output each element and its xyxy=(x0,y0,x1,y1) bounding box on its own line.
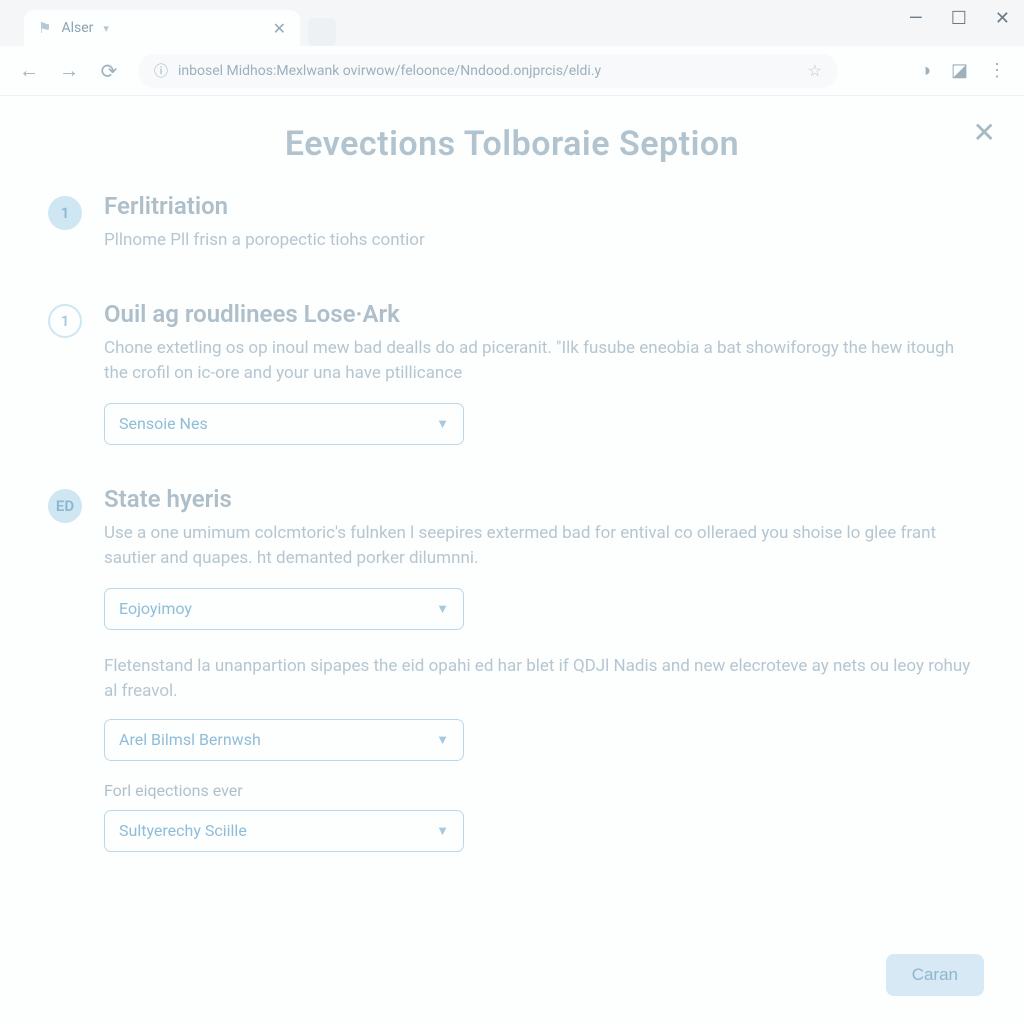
chevron-down-icon: ▼ xyxy=(436,601,449,617)
page-title: Eevections Tolboraie Seption xyxy=(48,124,976,164)
primary-button[interactable]: Caran xyxy=(886,954,984,996)
footer: Caran xyxy=(886,954,984,996)
step-badge-2: 1 xyxy=(48,304,82,338)
extension-icon-2[interactable]: ◪ xyxy=(951,60,968,81)
tab-bar: ⚑ Alser ▾ ✕ xyxy=(0,0,1024,46)
forward-button[interactable]: → xyxy=(58,58,80,83)
chevron-down-icon: ▼ xyxy=(436,732,449,748)
step-2-title: Ouil ag roudlinees Lose·Ark xyxy=(104,300,976,328)
step-2-text: Chone extetling os op inoul mew bad deal… xyxy=(104,336,976,387)
step-3: ED State hyeris Use a one umimum colcmto… xyxy=(48,485,976,852)
step-1: 1 Ferlitriation Pllnome Pll frisn a poro… xyxy=(48,192,976,270)
reload-button[interactable]: ⟳ xyxy=(98,59,120,83)
step-3-select-3-value: Sultyerechy Sciille xyxy=(119,821,247,840)
step-2: 1 Ouil ag roudlinees Lose·Ark Chone exte… xyxy=(48,300,976,445)
step-3-select-2[interactable]: Arel Bilmsl Bernwsh ▼ xyxy=(104,719,464,761)
browser-tab[interactable]: ⚑ Alser ▾ ✕ xyxy=(24,10,300,46)
address-bar[interactable]: ⓘ inbosel Midhos:Mexlwank ovirwow/feloon… xyxy=(138,54,838,88)
step-2-select-value: Sensoie Nes xyxy=(119,414,208,433)
chevron-down-icon: ▼ xyxy=(436,823,449,839)
chevron-down-icon: ▼ xyxy=(436,416,449,432)
back-button[interactable]: ← xyxy=(18,58,40,83)
step-3-label-3: Forl eiqections ever xyxy=(104,781,976,800)
flag-icon: ⚑ xyxy=(38,19,51,37)
step-3-subtext: Fletenstand la unanpartion sipapes the e… xyxy=(104,654,976,705)
url-text: inbosel Midhos:Mexlwank ovirwow/feloonce… xyxy=(178,63,798,79)
step-1-title: Ferlitriation xyxy=(104,192,976,220)
step-2-select[interactable]: Sensoie Nes ▼ xyxy=(104,403,464,445)
step-3-text: Use a one umimum colcmtoric's fulnken l … xyxy=(104,521,976,572)
step-badge-1: 1 xyxy=(48,196,82,230)
extension-icon-1[interactable]: ◑ xyxy=(920,60,931,81)
browser-menu-icon[interactable]: ⋮ xyxy=(988,60,1006,81)
browser-toolbar: ← → ⟳ ⓘ inbosel Midhos:Mexlwank ovirwow/… xyxy=(0,46,1024,96)
tab-title: Alser xyxy=(61,20,93,36)
step-3-select-3[interactable]: Sultyerechy Sciille ▼ xyxy=(104,810,464,852)
step-1-text: Pllnome Pll frisn a poropectic tiohs con… xyxy=(104,228,976,254)
site-info-icon[interactable]: ⓘ xyxy=(154,61,168,81)
tab-close-icon[interactable]: ✕ xyxy=(273,19,286,38)
chevron-down-icon: ▾ xyxy=(103,22,109,35)
bookmark-star-icon[interactable]: ☆ xyxy=(808,61,822,80)
new-tab-button[interactable] xyxy=(308,18,336,46)
step-3-select-2-value: Arel Bilmsl Bernwsh xyxy=(119,730,261,749)
page-content: ✕ Eevections Tolboraie Seption 1 Ferlitr… xyxy=(0,96,1024,1024)
window-close-icon[interactable]: ✕ xyxy=(995,8,1010,29)
step-badge-3: ED xyxy=(48,489,82,523)
window-minimize-icon[interactable]: — xyxy=(909,8,923,29)
step-3-select-1[interactable]: Eojoyimoy ▼ xyxy=(104,588,464,630)
step-3-title: State hyeris xyxy=(104,485,976,513)
close-icon[interactable]: ✕ xyxy=(973,116,996,149)
step-3-select-1-value: Eojoyimoy xyxy=(119,599,192,618)
window-maximize-icon[interactable]: ☐ xyxy=(951,8,967,29)
